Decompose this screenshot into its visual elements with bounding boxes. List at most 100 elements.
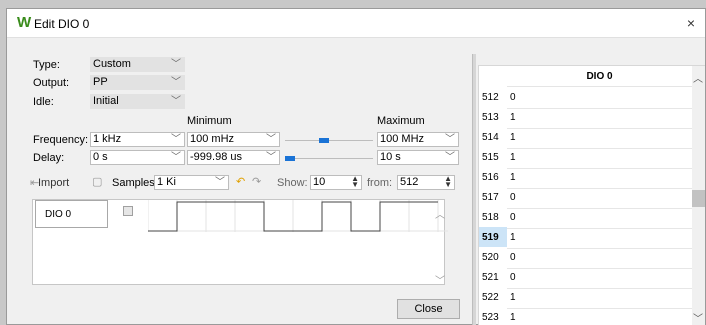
scroll-down-icon[interactable]: ﹀ — [435, 272, 445, 287]
from-label: from: — [367, 177, 393, 189]
row-value[interactable]: 0 — [507, 247, 692, 268]
table-row[interactable]: 522 1 — [479, 287, 692, 309]
scroll-up-icon[interactable]: ︿ — [693, 70, 703, 85]
show-label: Show: — [277, 177, 308, 189]
table-header: DIO 0 — [507, 66, 692, 87]
sample-table[interactable]: DIO 0 512 0 513 1 514 1 515 1 516 1 517 0 518 0 519 1 52… — [478, 65, 705, 325]
table-row[interactable]: 519 1 — [479, 227, 692, 249]
close-button[interactable]: Close — [397, 299, 460, 319]
chevron-down-icon: ﹀ — [445, 134, 455, 145]
window-title: Edit DIO 0 — [34, 17, 90, 31]
spin-arrows-icon[interactable]: ▲ ▼ — [351, 175, 359, 189]
row-index: 515 — [479, 147, 507, 168]
frequency-select[interactable]: 1 kHz ﹀ — [90, 132, 185, 147]
row-value[interactable]: 1 — [507, 307, 692, 325]
import-button[interactable]: Import — [38, 177, 69, 190]
samples-value: 1 Ki — [157, 176, 176, 188]
show-value: 10 — [313, 176, 326, 188]
show-spinbox[interactable]: 10 ▲ ▼ — [310, 175, 362, 190]
delay-slider-track[interactable] — [285, 158, 373, 159]
samples-select[interactable]: 1 Ki ﹀ — [154, 175, 229, 190]
table-row[interactable]: 523 1 — [479, 307, 692, 325]
type-value: Custom — [93, 58, 131, 70]
row-index: 520 — [479, 247, 507, 268]
panel-splitter[interactable] — [472, 54, 476, 325]
row-value[interactable]: 1 — [507, 107, 692, 128]
waveform-plot[interactable] — [148, 200, 448, 232]
row-index: 519 — [479, 227, 507, 248]
chevron-down-icon: ﹀ — [171, 77, 181, 88]
table-row[interactable]: 520 0 — [479, 247, 692, 269]
delay-label: Delay: — [33, 152, 65, 164]
signal-color-icon[interactable] — [123, 206, 133, 216]
signal-name: DIO 0 — [35, 200, 108, 228]
chevron-down-icon: ﹀ — [266, 152, 276, 163]
row-value[interactable]: 1 — [507, 147, 692, 168]
row-value[interactable]: 1 — [507, 287, 692, 308]
table-row[interactable]: 518 0 — [479, 207, 692, 229]
frequency-slider-track[interactable] — [285, 140, 373, 141]
scroll-down-icon[interactable]: ﹀ — [693, 310, 703, 325]
frequency-min-select[interactable]: 100 mHz ﹀ — [187, 132, 280, 147]
type-select[interactable]: Custom ﹀ — [90, 57, 185, 72]
frequency-max-value: 100 MHz — [380, 133, 425, 145]
title-bar: W Edit DIO 0 × — [7, 9, 705, 38]
close-icon[interactable]: × — [687, 15, 695, 31]
output-select[interactable]: PP ﹀ — [90, 75, 185, 90]
edit-dio-dialog: W Edit DIO 0 × Type: Custom ﹀ Output: PP ﹀… — [6, 8, 706, 325]
frequency-slider-thumb[interactable] — [319, 138, 329, 143]
from-spinbox[interactable]: 512 ▲ ▼ — [397, 175, 455, 190]
output-value: PP — [93, 76, 108, 88]
table-row[interactable]: 516 1 — [479, 167, 692, 189]
frequency-min-value: 100 mHz — [190, 133, 235, 145]
row-index: 513 — [479, 107, 507, 128]
undo-icon[interactable]: ↶ — [236, 175, 245, 188]
idle-select[interactable]: Initial ﹀ — [90, 94, 185, 109]
table-row[interactable]: 521 0 — [479, 267, 692, 289]
table-row[interactable]: 515 1 — [479, 147, 692, 169]
row-index: 523 — [479, 307, 507, 325]
delay-value: 0 s — [93, 151, 108, 163]
idle-label: Idle: — [33, 96, 54, 108]
row-value[interactable]: 1 — [507, 227, 692, 248]
delay-min-value: -999.98 us — [190, 151, 242, 163]
frequency-label: Frequency: — [33, 134, 89, 146]
table-row[interactable]: 513 1 — [479, 107, 692, 129]
chevron-down-icon: ﹀ — [171, 152, 181, 163]
row-value[interactable]: 0 — [507, 187, 692, 208]
export-icon[interactable]: ▢ — [92, 175, 102, 188]
waveform-editor[interactable]: DIO 0 ︿ ﹀ — [32, 199, 448, 287]
delay-max-select[interactable]: 10 s ﹀ — [377, 150, 459, 165]
scrollbar-thumb[interactable] — [692, 190, 705, 207]
row-value[interactable]: 0 — [507, 207, 692, 228]
spin-arrows-icon[interactable]: ▲ ▼ — [444, 175, 452, 189]
table-row[interactable]: 517 0 — [479, 187, 692, 209]
row-index: 522 — [479, 287, 507, 308]
minimum-header: Minimum — [187, 115, 232, 127]
chevron-down-icon: ﹀ — [445, 152, 455, 163]
row-value[interactable]: 0 — [507, 87, 692, 108]
row-value[interactable]: 1 — [507, 167, 692, 188]
samples-label: Samples: — [112, 177, 158, 189]
chevron-down-icon: ﹀ — [171, 134, 181, 145]
delay-select[interactable]: 0 s ﹀ — [90, 150, 185, 165]
row-index: 521 — [479, 267, 507, 288]
chevron-down-icon: ﹀ — [171, 59, 181, 70]
waveforms-logo-icon: W — [17, 14, 32, 31]
type-label: Type: — [33, 59, 60, 71]
row-index: 517 — [479, 187, 507, 208]
table-scrollbar[interactable]: ︿ ﹀ — [692, 66, 705, 325]
row-value[interactable]: 1 — [507, 127, 692, 148]
frequency-max-select[interactable]: 100 MHz ﹀ — [377, 132, 459, 147]
output-label: Output: — [33, 77, 70, 89]
row-value[interactable]: 0 — [507, 267, 692, 288]
delay-min-select[interactable]: -999.98 us ﹀ — [187, 150, 280, 165]
table-row[interactable]: 514 1 — [479, 127, 692, 149]
table-row[interactable]: 512 0 — [479, 87, 692, 109]
maximum-header: Maximum — [377, 115, 425, 127]
redo-icon[interactable]: ↷ — [252, 175, 261, 188]
row-index: 514 — [479, 127, 507, 148]
scroll-up-icon[interactable]: ︿ — [435, 206, 445, 221]
delay-slider-thumb[interactable] — [285, 156, 295, 161]
chevron-down-icon: ﹀ — [215, 177, 225, 188]
